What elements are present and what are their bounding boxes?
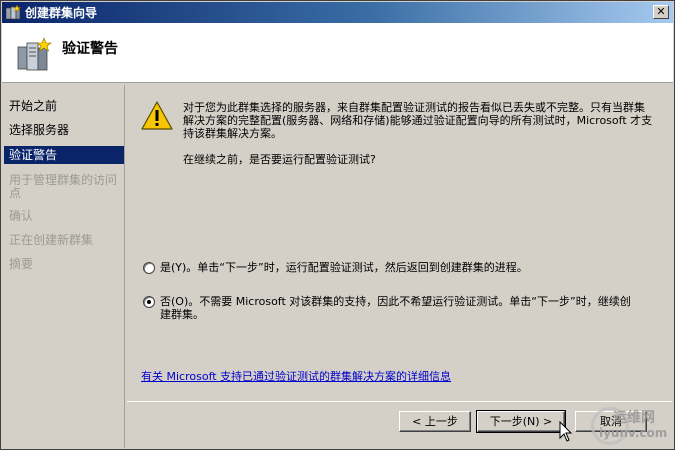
warning-icon xyxy=(141,101,173,130)
more-info-link[interactable]: 有关 Microsoft 支持已通过验证测试的群集解决方案的详细信息 xyxy=(141,368,451,384)
step-validation-warning[interactable]: 验证警告 xyxy=(4,146,124,164)
watermark-text: 运维网 xyxy=(613,410,655,426)
cluster-servers-icon xyxy=(17,37,52,71)
back-button[interactable]: < 上一步 xyxy=(399,411,471,432)
watermark: 运维网 iyunv.com xyxy=(591,405,671,445)
footer-divider xyxy=(127,401,672,402)
window-title: 创建群集向导 xyxy=(25,6,98,20)
close-icon: ✕ xyxy=(656,5,666,18)
step-select-servers[interactable]: 选择服务器 xyxy=(9,124,123,137)
wizard-steps: 开始之前 选择服务器 验证警告 用于管理群集的访问点 确认 正在创建新群集 摘要 xyxy=(2,85,125,448)
warning-message: 对于您为此群集选择的服务器，来自群集配置验证测试的报告看似已丢失或不完整。只有当… xyxy=(183,101,653,140)
next-button[interactable]: 下一步(N) > xyxy=(476,410,566,433)
step-before-you-begin[interactable]: 开始之前 xyxy=(9,100,123,113)
option-no-label[interactable]: 否(O)。不需要 Microsoft 对该群集的支持，因此不希望运行验证测试。单… xyxy=(160,295,640,321)
close-button[interactable]: ✕ xyxy=(653,5,669,19)
main-panel: 对于您为此群集选择的服务器，来自群集配置验证测试的报告看似已丢失或不完整。只有当… xyxy=(127,85,672,401)
cluster-icon xyxy=(5,4,21,19)
watermark-url: iyunv.com xyxy=(599,426,668,440)
option-no[interactable]: 否(O)。不需要 Microsoft 对该群集的支持，因此不希望运行验证测试。单… xyxy=(143,295,640,321)
title-bar[interactable]: 创建群集向导 ✕ xyxy=(2,2,673,23)
step-confirmation: 确认 xyxy=(9,209,34,223)
header-banner: 验证警告 xyxy=(2,23,673,83)
wizard-window: 创建群集向导 ✕ 验证警告 开始之前 选择服务器 验证警告 用于管理群集的访问点… xyxy=(0,0,675,450)
option-yes[interactable]: 是(Y)。单击“下一步”时，运行配置验证测试，然后返回到创建群集的进程。 xyxy=(143,261,640,274)
page-title: 验证警告 xyxy=(62,41,118,57)
mouse-pointer-icon xyxy=(559,421,573,442)
option-yes-label[interactable]: 是(Y)。单击“下一步”时，运行配置验证测试，然后返回到创建群集的进程。 xyxy=(160,261,640,274)
radio-no[interactable] xyxy=(143,296,155,308)
step-access-point: 用于管理群集的访问点 xyxy=(9,173,118,200)
question-text: 在继续之前，是否要运行配置验证测试? xyxy=(183,153,376,166)
radio-yes[interactable] xyxy=(143,262,155,274)
step-summary: 摘要 xyxy=(9,257,34,271)
step-creating-cluster: 正在创建新群集 xyxy=(9,233,94,247)
